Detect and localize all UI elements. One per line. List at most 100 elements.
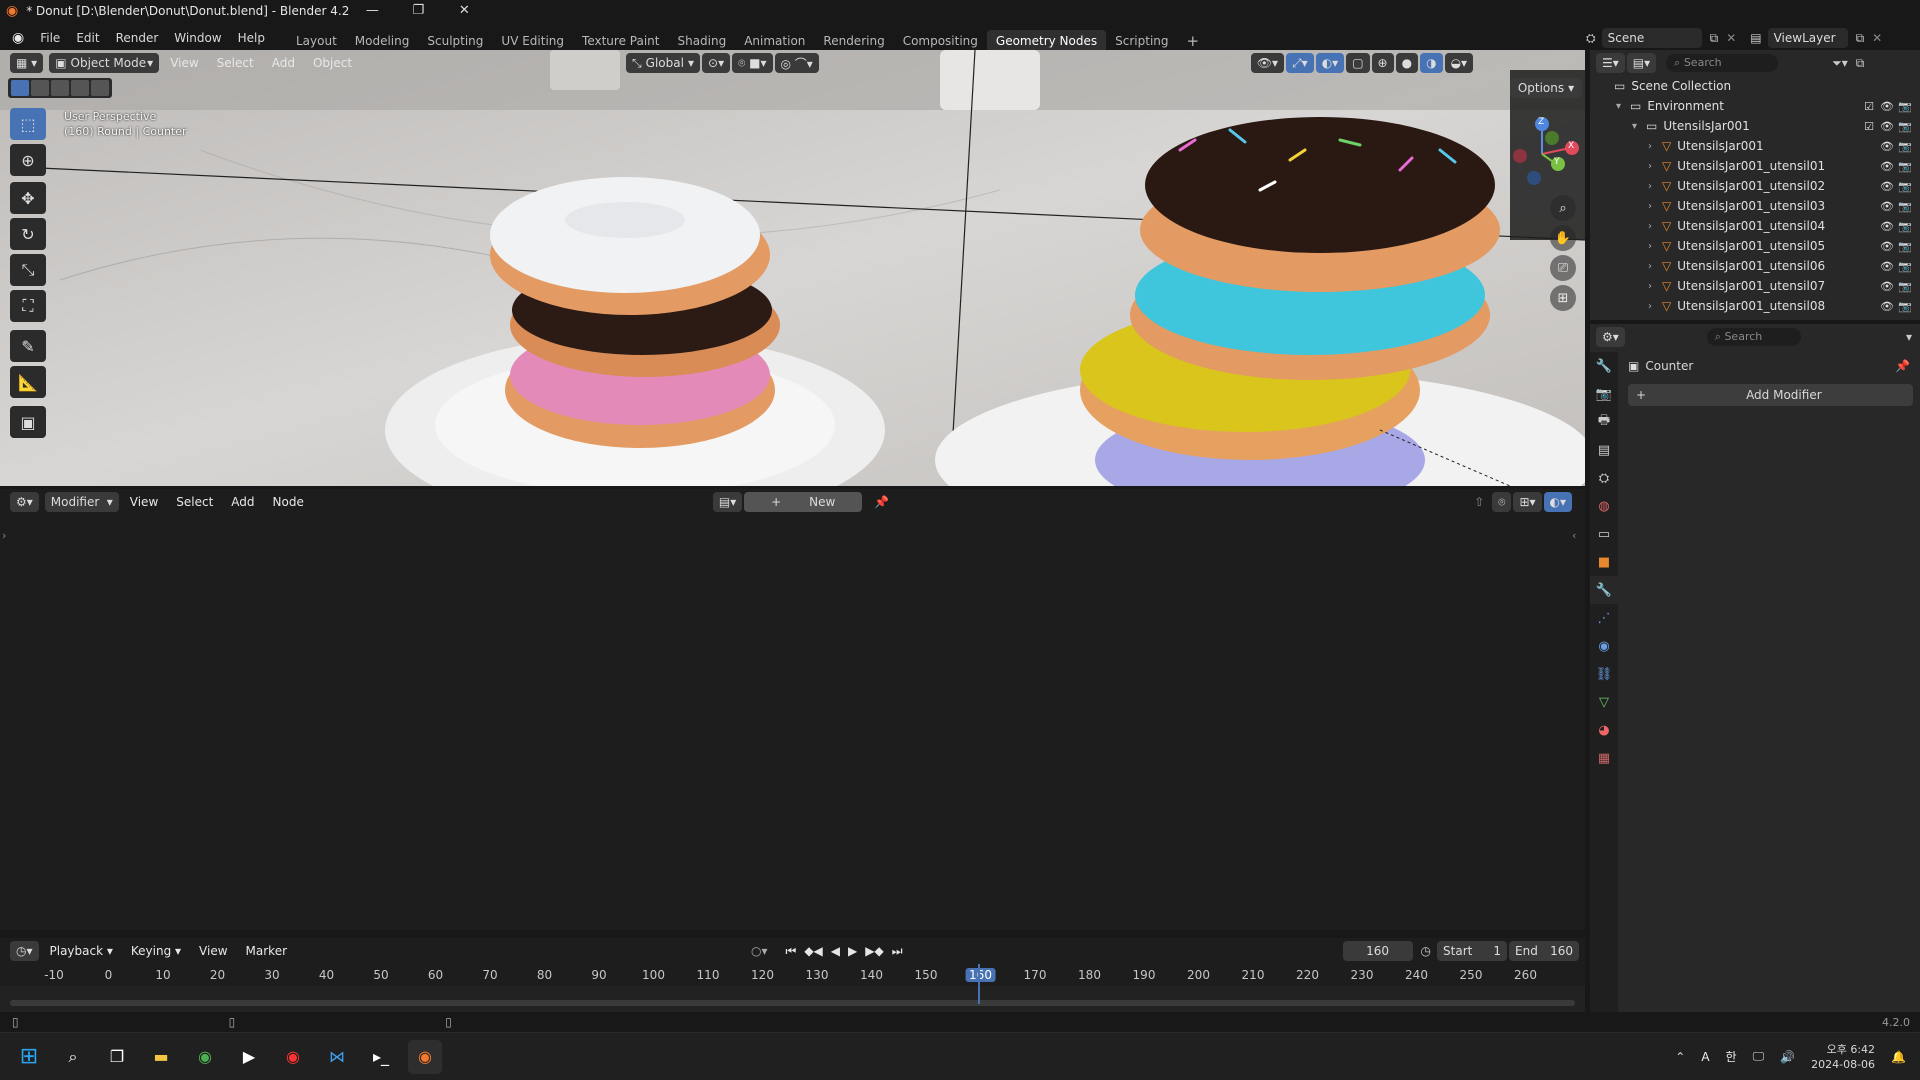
filter-icon[interactable]: ⏷▾ (1832, 56, 1848, 71)
shading-solid-icon[interactable]: ● (1395, 53, 1419, 73)
outliner-row[interactable]: › ▽ UtensilsJar001_utensil02 👁 📷 (1590, 176, 1920, 196)
pin-icon[interactable]: 📌 (1895, 359, 1910, 373)
material-tab-icon[interactable]: ◕ (1590, 716, 1618, 744)
add-cube-tool-icon[interactable]: ▣ (10, 406, 46, 438)
output-tab-icon[interactable]: 🖶 (1590, 408, 1618, 436)
blender-menu-icon[interactable]: ◉ (0, 30, 32, 46)
visibility-eye-icon[interactable]: 👁 (1880, 160, 1894, 173)
visibility-eye-icon[interactable]: 👁 (1880, 300, 1894, 313)
close-button[interactable]: ✕ (441, 0, 487, 22)
outliner-row[interactable]: › ▽ UtensilsJar001_utensil04 👁 📷 (1590, 216, 1920, 236)
snap-icon[interactable]: ⌾ ■▾ (732, 53, 773, 73)
view-layer-tab-icon[interactable]: ▤ (1590, 436, 1618, 464)
visual-studio-icon[interactable]: ⋈ (320, 1040, 354, 1074)
node-menu-select[interactable]: Select (167, 495, 222, 509)
pivot-point-icon[interactable]: ⊙▾ (702, 53, 731, 73)
add-workspace-icon[interactable]: + (1178, 30, 1209, 52)
render-camera-icon[interactable]: 📷 (1898, 220, 1912, 233)
render-camera-icon[interactable]: 📷 (1898, 300, 1912, 313)
render-camera-icon[interactable]: 📷 (1898, 240, 1912, 253)
expand-right-arrow-icon[interactable]: › (1648, 281, 1662, 292)
play-reverse-icon[interactable]: ◀ (831, 944, 840, 958)
expand-right-arrow-icon[interactable]: › (1648, 141, 1662, 152)
visibility-eye-icon[interactable]: 👁 (1880, 180, 1894, 193)
select-extend-icon[interactable] (31, 80, 49, 96)
proportional-edit-icon[interactable]: ◎ ⌒▾ (774, 53, 819, 73)
outliner-row[interactable]: › ▽ UtensilsJar001_utensil08 👁 📷 (1590, 296, 1920, 316)
parent-node-tree-icon[interactable]: ⇧ (1474, 495, 1484, 509)
tab-rendering[interactable]: Rendering (814, 30, 893, 52)
visibility-eye-icon[interactable]: 👁 (1880, 120, 1894, 133)
timeline-scrollbar[interactable] (10, 1000, 1575, 1006)
node-overlay-icon[interactable]: ◐▾ (1543, 492, 1573, 512)
visibility-eye-icon[interactable]: 👁 (1880, 280, 1894, 293)
expand-right-arrow-icon[interactable]: › (1648, 241, 1662, 252)
tab-sculpting[interactable]: Sculpting (418, 30, 492, 52)
node-group-browse-icon[interactable]: ▤▾ (712, 492, 743, 512)
cursor-tool-icon[interactable]: ⊕ (10, 144, 46, 176)
render-camera-icon[interactable]: 📷 (1898, 280, 1912, 293)
outliner-row[interactable]: › ▽ UtensilsJar001_utensil01 👁 📷 (1590, 156, 1920, 176)
ime-language[interactable]: 한 (1726, 1048, 1737, 1065)
tab-layout[interactable]: Layout (287, 30, 346, 52)
tab-geometry-nodes[interactable]: Geometry Nodes (986, 29, 1107, 52)
node-menu-node[interactable]: Node (264, 495, 313, 509)
current-frame-field[interactable]: 160 (1342, 941, 1413, 961)
world-tab-icon[interactable]: ◍ (1590, 492, 1618, 520)
expand-right-arrow-icon[interactable]: › (1648, 181, 1662, 192)
shading-wireframe-icon[interactable]: ⊕ (1371, 53, 1394, 73)
perspective-toggle-icon[interactable]: ⊞ (1550, 285, 1576, 311)
node-editor-canvas[interactable]: › ‹ (0, 515, 1585, 930)
visibility-eye-icon[interactable]: 👁 (1880, 220, 1894, 233)
timeline-editor-type-icon[interactable]: ◷▾ (10, 941, 39, 961)
search-icon[interactable]: ⌕ (56, 1040, 90, 1074)
gizmo-toggle-icon[interactable]: ⤢▾ (1286, 53, 1314, 73)
viewlayer-remove-icon[interactable]: ✕ (1872, 31, 1882, 45)
preview-range-icon[interactable]: ◷ (1421, 944, 1431, 958)
shading-material-icon[interactable]: ◑ (1420, 53, 1443, 73)
properties-search-input[interactable]: ⌕ Search (1706, 328, 1801, 346)
visibility-icon[interactable]: 👁▾ (1250, 53, 1285, 73)
tab-compositing[interactable]: Compositing (894, 30, 987, 52)
navigation-gizmo[interactable]: Z X Y (1500, 112, 1584, 196)
render-camera-icon[interactable]: 📷 (1898, 160, 1912, 173)
transform-orientation-dropdown[interactable]: ⤡ Global ▾ (626, 53, 701, 73)
outliner-row[interactable]: › ▽ UtensilsJar001_utensil06 👁 📷 (1590, 256, 1920, 276)
physics-tab-icon[interactable]: ◉ (1590, 632, 1618, 660)
chrome-icon[interactable]: ◉ (188, 1040, 222, 1074)
render-camera-icon[interactable]: 📷 (1898, 200, 1912, 213)
tab-uv-editing[interactable]: UV Editing (492, 30, 573, 52)
outliner-row[interactable]: › ▽ UtensilsJar001_utensil03 👁 📷 (1590, 196, 1920, 216)
render-camera-icon[interactable]: 📷 (1898, 260, 1912, 273)
jump-end-icon[interactable]: ⏭ (892, 944, 903, 959)
outliner-row[interactable]: ▭ Scene Collection (1590, 76, 1920, 96)
node-tree-type-dropdown[interactable]: Modifier ▾ (44, 492, 119, 512)
expand-right-arrow-icon[interactable]: › (1648, 201, 1662, 212)
render-tab-icon[interactable]: 📷 (1590, 380, 1618, 408)
task-view-icon[interactable]: ❐ (100, 1040, 134, 1074)
scene-name[interactable]: Scene (1601, 28, 1702, 48)
tray-expand-icon[interactable]: ⌃ (1675, 1050, 1685, 1064)
constraints-tab-icon[interactable]: ⛓ (1590, 660, 1618, 688)
outliner-editor-type-icon[interactable]: ☰▾ (1596, 53, 1625, 73)
outliner-row[interactable]: › ▽ UtensilsJar001 👁 📷 (1590, 136, 1920, 156)
properties-editor-type-icon[interactable]: ⚙▾ (1596, 327, 1625, 347)
scene-selector[interactable]: ⛭ Scene ⧉ ✕ ▤ ViewLayer ⧉ ✕ (1586, 26, 1882, 50)
timeline-menu-marker[interactable]: Marker (237, 944, 296, 958)
node-menu-view[interactable]: View (121, 495, 167, 509)
new-collection-icon[interactable]: ⧉ (1856, 56, 1865, 71)
viewlayer-name[interactable]: ViewLayer (1767, 28, 1848, 48)
data-tab-icon[interactable]: ▽ (1590, 688, 1618, 716)
texture-tab-icon[interactable]: ▦ (1590, 744, 1618, 772)
shading-rendered-icon[interactable]: ◒▾ (1444, 53, 1474, 73)
tab-modeling[interactable]: Modeling (346, 30, 419, 52)
viewport-menu-select[interactable]: Select (208, 56, 263, 70)
network-icon[interactable]: 🖵 (1753, 1049, 1765, 1064)
outliner-row[interactable]: ▾ ▭ Environment 👁 📷 ☑ (1590, 96, 1920, 116)
play-icon[interactable]: ▶ (848, 944, 857, 958)
viewport-menu-object[interactable]: Object (304, 56, 361, 70)
timeline-menu-keying[interactable]: Keying ▾ (122, 944, 190, 958)
expand-right-arrow-icon[interactable]: › (1648, 161, 1662, 172)
tab-scripting[interactable]: Scripting (1106, 30, 1177, 52)
render-camera-icon[interactable]: 📷 (1898, 100, 1912, 113)
